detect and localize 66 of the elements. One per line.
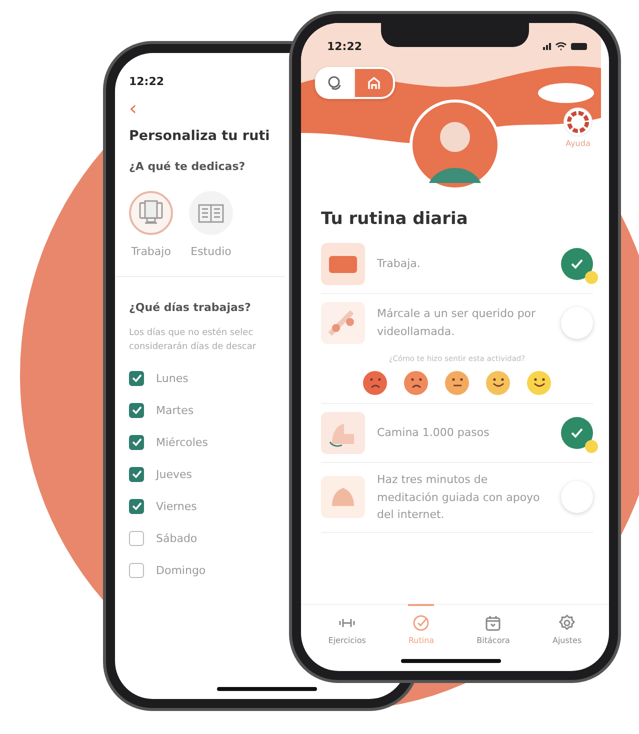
- checkbox[interactable]: [129, 562, 144, 578]
- face-icon: [370, 378, 380, 388]
- back-button[interactable]: ‹: [129, 98, 137, 118]
- home-button[interactable]: [355, 67, 395, 99]
- day-label: Viernes: [156, 500, 197, 513]
- status-time: 12:22: [129, 75, 164, 88]
- section-title: Tu rutina diaria: [321, 209, 469, 229]
- checkbox[interactable]: [129, 498, 144, 514]
- help-button[interactable]: Ayuda: [563, 107, 593, 148]
- task-check-button[interactable]: [561, 248, 593, 280]
- day-label: Martes: [156, 404, 194, 417]
- checkmark-icon: [132, 406, 142, 414]
- checkbox[interactable]: [129, 466, 144, 482]
- task-check-button[interactable]: [561, 417, 593, 449]
- face-icon: [534, 378, 544, 388]
- mood-face-button[interactable]: [527, 371, 551, 395]
- check-circle-icon: [412, 614, 430, 632]
- question-text: ¿Qué días trabajas?: [129, 301, 251, 314]
- face-icon: [410, 378, 422, 388]
- settings-icon: [558, 614, 576, 632]
- checkmark-icon: [132, 470, 142, 478]
- task-illustration: [321, 243, 365, 285]
- checkbox[interactable]: [129, 370, 144, 386]
- checkmark-icon: [132, 502, 142, 510]
- mood-face-button[interactable]: [486, 371, 510, 395]
- checkmark-icon: [570, 427, 584, 439]
- task-text: Haz tres minutos de meditación guiada con apoyo del internet.: [377, 472, 541, 524]
- chat-bubble-icon: [327, 75, 343, 91]
- day-label: Domingo: [156, 564, 206, 577]
- checkbox[interactable]: [129, 530, 144, 546]
- task-text: Márcale a un ser querido por videollamada.: [377, 306, 537, 340]
- task-illustration: [321, 476, 365, 518]
- calendar-icon: [484, 614, 502, 632]
- day-label: Sábado: [156, 532, 198, 545]
- home-icon: [366, 75, 382, 91]
- day-label: Lunes: [156, 372, 188, 385]
- mood-face-button[interactable]: [404, 371, 428, 395]
- lifebuoy-icon: [563, 107, 593, 137]
- task-text: Camina 1.000 pasos: [377, 425, 490, 442]
- checkmark-icon: [132, 374, 142, 382]
- status-time: 12:22: [327, 40, 362, 52]
- checkmark-icon: [132, 438, 142, 446]
- task-illustration: [321, 412, 365, 454]
- mood-face-button[interactable]: [363, 371, 387, 395]
- nav-tab[interactable]: Rutina: [408, 604, 434, 645]
- note-text: Los días que no estén selec: [129, 326, 254, 340]
- day-label: Jueves: [156, 468, 192, 481]
- face-icon: [492, 378, 504, 388]
- task-illustration: [321, 302, 365, 344]
- screen-title: Personaliza tu ruti: [129, 128, 270, 144]
- checkbox[interactable]: [129, 434, 144, 450]
- nav-tab[interactable]: Ajustes: [552, 604, 582, 645]
- nav-tab[interactable]: Bitácora: [476, 604, 510, 645]
- status-icons: [543, 41, 589, 51]
- note-text: considerarán días de descar: [129, 340, 256, 354]
- mood-face-button[interactable]: [445, 371, 469, 395]
- face-icon: [452, 378, 462, 388]
- nav-tab[interactable]: Ejercicios: [328, 604, 366, 645]
- chat-button[interactable]: [315, 67, 355, 99]
- question-text: ¿A qué te dedicas?: [129, 160, 246, 173]
- checkbox[interactable]: [129, 402, 144, 418]
- task-text: Trabaja.: [377, 256, 422, 272]
- task-check-button[interactable]: [561, 481, 593, 514]
- task-check-button[interactable]: [561, 307, 593, 339]
- checkmark-icon: [570, 258, 584, 270]
- day-label: Miércoles: [156, 436, 208, 449]
